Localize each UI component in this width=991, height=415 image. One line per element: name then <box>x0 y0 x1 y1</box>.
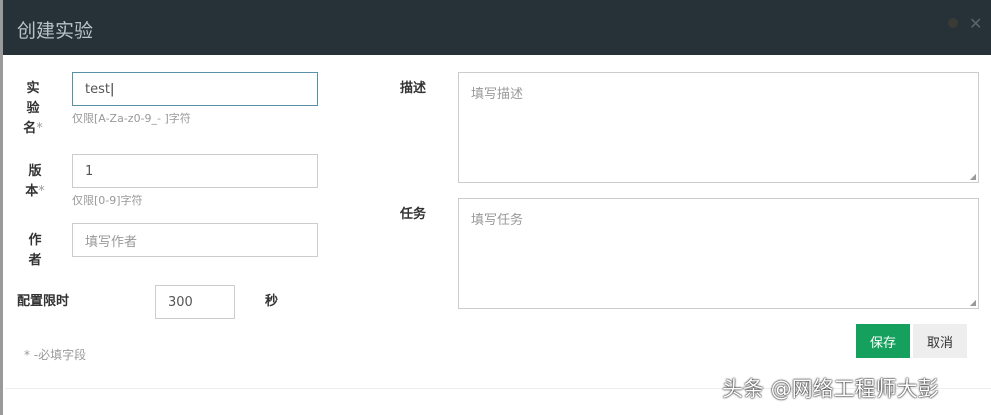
version-label: 版 本* <box>22 162 48 202</box>
required-note: * -必填字段 <box>24 348 87 362</box>
task-label: 任务 <box>400 207 427 222</box>
resize-grip-icon[interactable]: ◢ <box>970 298 976 307</box>
experiment-name-label: 实 验 名* <box>22 79 44 139</box>
label-char: 本 <box>25 184 39 199</box>
watermark: 头条 @网络工程师大彭 <box>722 377 939 401</box>
experiment-name-hint: 仅限[A-Za-z0-9_- ]字符 <box>72 112 191 125</box>
backdrop-strip <box>0 0 3 415</box>
input-placeholder: 填写作者 <box>85 234 138 250</box>
label-char: 验 <box>26 101 40 116</box>
dialog-title: 创建实验 <box>17 20 94 42</box>
author-input[interactable]: 填写作者 <box>72 223 318 257</box>
author-label: 作 者 <box>24 231 46 271</box>
task-textarea[interactable]: 填写任务 ◢ <box>458 198 979 309</box>
version-hint: 仅限[0-9]字符 <box>72 194 143 207</box>
description-textarea[interactable]: 填写描述 ◢ <box>458 72 979 183</box>
timeout-label: 配置限时 <box>17 294 70 309</box>
save-button[interactable]: 保存 <box>856 324 910 358</box>
status-dot-icon <box>948 18 958 28</box>
timeout-unit: 秒 <box>265 294 279 309</box>
label-char: 作 <box>28 233 42 248</box>
label-char: 实 <box>26 81 40 96</box>
input-value: test <box>85 81 110 97</box>
description-label: 描述 <box>400 81 427 96</box>
dialog-header: 创建实验 ✕ <box>3 0 991 55</box>
cancel-button[interactable]: 取消 <box>913 324 967 358</box>
required-mark: * <box>38 184 45 199</box>
version-input[interactable]: 1 <box>72 154 318 188</box>
input-value: 300 <box>168 294 193 310</box>
label-char: 版 <box>28 164 42 179</box>
label-char: 者 <box>28 253 42 268</box>
textarea-placeholder: 填写描述 <box>471 87 524 102</box>
experiment-name-input[interactable]: test | <box>72 72 318 106</box>
input-value: 1 <box>85 163 94 179</box>
resize-grip-icon[interactable]: ◢ <box>970 172 976 181</box>
close-icon[interactable]: ✕ <box>969 14 982 33</box>
timeout-input[interactable]: 300 <box>155 285 235 319</box>
label-char: 名 <box>23 121 37 136</box>
required-mark: * <box>36 121 43 136</box>
textarea-placeholder: 填写任务 <box>471 213 524 228</box>
